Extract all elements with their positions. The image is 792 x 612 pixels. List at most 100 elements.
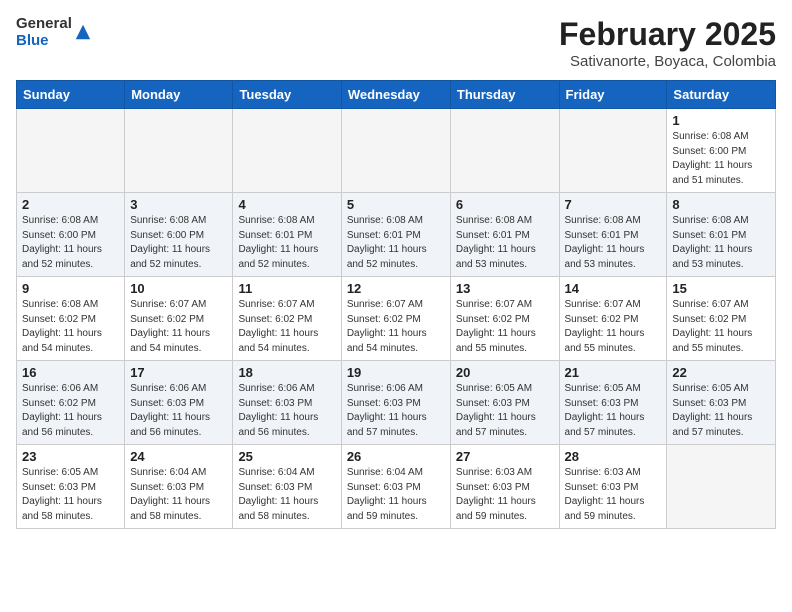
day-info: Sunrise: 6:08 AM Sunset: 6:02 PM Dayligh… bbox=[22, 298, 119, 356]
calendar-week-row: 2Sunrise: 6:08 AM Sunset: 6:00 PM Daylig… bbox=[17, 193, 776, 277]
day-number: 1 bbox=[672, 113, 770, 128]
day-info: Sunrise: 6:07 AM Sunset: 6:02 PM Dayligh… bbox=[238, 298, 335, 356]
calendar-day-cell: 24 Sunrise: 6:04 AM Sunset: 6:03 PM Dayli… bbox=[125, 445, 233, 529]
day-info: Sunrise: 6:04 AM Sunset: 6:03 PM Dayligh… bbox=[130, 466, 227, 524]
calendar-day-cell: 18 Sunrise: 6:06 AM Sunset: 6:03 PM Dayli… bbox=[233, 361, 341, 445]
day-number: 16 bbox=[22, 365, 119, 380]
logo-icon bbox=[74, 23, 92, 41]
calendar-day-cell: 19 Sunrise: 6:06 AM Sunset: 6:03 PM Dayli… bbox=[341, 361, 450, 445]
calendar-week-row: 9Sunrise: 6:08 AM Sunset: 6:02 PM Daylig… bbox=[17, 277, 776, 361]
day-info: Sunrise: 6:07 AM Sunset: 6:02 PM Dayligh… bbox=[565, 298, 662, 356]
calendar-day-cell: 10 Sunrise: 6:07 AM Sunset: 6:02 PM Dayli… bbox=[125, 277, 233, 361]
weekday-header: Wednesday bbox=[341, 81, 450, 109]
calendar-day-cell: 6 Sunrise: 6:08 AM Sunset: 6:01 PM Daylig… bbox=[450, 193, 559, 277]
calendar-day-cell bbox=[450, 109, 559, 193]
calendar-day-cell bbox=[559, 109, 667, 193]
calendar-day-cell: 2Sunrise: 6:08 AM Sunset: 6:00 PM Daylig… bbox=[17, 193, 125, 277]
day-info: Sunrise: 6:04 AM Sunset: 6:03 PM Dayligh… bbox=[238, 466, 335, 524]
calendar-day-cell bbox=[667, 445, 776, 529]
day-number: 7 bbox=[565, 197, 662, 212]
weekday-header: Sunday bbox=[17, 81, 125, 109]
day-number: 20 bbox=[456, 365, 554, 380]
calendar-day-cell: 13Sunrise: 6:07 AM Sunset: 6:02 PM Dayli… bbox=[450, 277, 559, 361]
calendar-day-cell: 23 Sunrise: 6:05 AM Sunset: 6:03 PM Dayli… bbox=[17, 445, 125, 529]
weekday-header: Saturday bbox=[667, 81, 776, 109]
day-number: 22 bbox=[672, 365, 770, 380]
day-info: Sunrise: 6:05 AM Sunset: 6:03 PM Dayligh… bbox=[672, 382, 770, 440]
weekday-header: Friday bbox=[559, 81, 667, 109]
calendar-week-row: 23 Sunrise: 6:05 AM Sunset: 6:03 PM Dayli… bbox=[17, 445, 776, 529]
day-number: 12 bbox=[347, 281, 445, 296]
calendar-day-cell: 4 Sunrise: 6:08 AM Sunset: 6:01 PM Daylig… bbox=[233, 193, 341, 277]
calendar-day-cell: 11 Sunrise: 6:07 AM Sunset: 6:02 PM Dayli… bbox=[233, 277, 341, 361]
day-info: Sunrise: 6:07 AM Sunset: 6:02 PM Dayligh… bbox=[130, 298, 227, 356]
calendar-header-row: SundayMondayTuesdayWednesdayThursdayFrid… bbox=[17, 81, 776, 109]
calendar-day-cell: 14 Sunrise: 6:07 AM Sunset: 6:02 PM Dayli… bbox=[559, 277, 667, 361]
day-number: 5 bbox=[347, 197, 445, 212]
day-number: 17 bbox=[130, 365, 227, 380]
day-number: 6 bbox=[456, 197, 554, 212]
calendar-day-cell: 9Sunrise: 6:08 AM Sunset: 6:02 PM Daylig… bbox=[17, 277, 125, 361]
day-number: 23 bbox=[22, 449, 119, 464]
day-number: 18 bbox=[238, 365, 335, 380]
day-info: Sunrise: 6:08 AM Sunset: 6:01 PM Dayligh… bbox=[672, 214, 770, 272]
day-number: 3 bbox=[130, 197, 227, 212]
page-subtitle: Sativanorte, Boyaca, Colombia bbox=[559, 53, 776, 70]
day-info: Sunrise: 6:06 AM Sunset: 6:03 PM Dayligh… bbox=[347, 382, 445, 440]
calendar-day-cell: 1 Sunrise: 6:08 AM Sunset: 6:00 PM Daylig… bbox=[667, 109, 776, 193]
calendar-day-cell bbox=[341, 109, 450, 193]
logo-line1: General bbox=[16, 16, 72, 33]
logo-line2: Blue bbox=[16, 33, 72, 50]
day-number: 26 bbox=[347, 449, 445, 464]
day-number: 11 bbox=[238, 281, 335, 296]
day-number: 27 bbox=[456, 449, 554, 464]
calendar-day-cell bbox=[125, 109, 233, 193]
weekday-header: Monday bbox=[125, 81, 233, 109]
calendar-day-cell: 16 Sunrise: 6:06 AM Sunset: 6:02 PM Dayli… bbox=[17, 361, 125, 445]
day-info: Sunrise: 6:05 AM Sunset: 6:03 PM Dayligh… bbox=[565, 382, 662, 440]
calendar-week-row: 1 Sunrise: 6:08 AM Sunset: 6:00 PM Daylig… bbox=[17, 109, 776, 193]
calendar-day-cell: 15 Sunrise: 6:07 AM Sunset: 6:02 PM Dayli… bbox=[667, 277, 776, 361]
calendar-day-cell: 12Sunrise: 6:07 AM Sunset: 6:02 PM Dayli… bbox=[341, 277, 450, 361]
day-info: Sunrise: 6:05 AM Sunset: 6:03 PM Dayligh… bbox=[22, 466, 119, 524]
day-info: Sunrise: 6:08 AM Sunset: 6:00 PM Dayligh… bbox=[672, 130, 770, 188]
day-info: Sunrise: 6:08 AM Sunset: 6:01 PM Dayligh… bbox=[238, 214, 335, 272]
day-info: Sunrise: 6:03 AM Sunset: 6:03 PM Dayligh… bbox=[456, 466, 554, 524]
calendar-day-cell: 3 Sunrise: 6:08 AM Sunset: 6:00 PM Daylig… bbox=[125, 193, 233, 277]
calendar-table: SundayMondayTuesdayWednesdayThursdayFrid… bbox=[16, 80, 776, 529]
day-number: 14 bbox=[565, 281, 662, 296]
title-block: February 2025 Sativanorte, Boyaca, Colom… bbox=[559, 16, 776, 70]
day-info: Sunrise: 6:07 AM Sunset: 6:02 PM Dayligh… bbox=[456, 298, 554, 356]
calendar-day-cell: 21 Sunrise: 6:05 AM Sunset: 6:03 PM Dayli… bbox=[559, 361, 667, 445]
day-number: 10 bbox=[130, 281, 227, 296]
day-info: Sunrise: 6:06 AM Sunset: 6:02 PM Dayligh… bbox=[22, 382, 119, 440]
day-info: Sunrise: 6:08 AM Sunset: 6:00 PM Dayligh… bbox=[130, 214, 227, 272]
day-number: 28 bbox=[565, 449, 662, 464]
calendar-day-cell: 28 Sunrise: 6:03 AM Sunset: 6:03 PM Dayli… bbox=[559, 445, 667, 529]
logo-text: General Blue bbox=[16, 16, 72, 49]
calendar-day-cell: 25Sunrise: 6:04 AM Sunset: 6:03 PM Dayli… bbox=[233, 445, 341, 529]
day-number: 21 bbox=[565, 365, 662, 380]
day-number: 15 bbox=[672, 281, 770, 296]
calendar-day-cell: 7 Sunrise: 6:08 AM Sunset: 6:01 PM Daylig… bbox=[559, 193, 667, 277]
day-info: Sunrise: 6:04 AM Sunset: 6:03 PM Dayligh… bbox=[347, 466, 445, 524]
day-info: Sunrise: 6:08 AM Sunset: 6:01 PM Dayligh… bbox=[565, 214, 662, 272]
day-number: 19 bbox=[347, 365, 445, 380]
page-header: General Blue February 2025 Sativanorte, … bbox=[16, 16, 776, 70]
day-info: Sunrise: 6:05 AM Sunset: 6:03 PM Dayligh… bbox=[456, 382, 554, 440]
weekday-header: Thursday bbox=[450, 81, 559, 109]
day-number: 24 bbox=[130, 449, 227, 464]
calendar-day-cell bbox=[233, 109, 341, 193]
calendar-day-cell: 27 Sunrise: 6:03 AM Sunset: 6:03 PM Dayli… bbox=[450, 445, 559, 529]
calendar-day-cell: 5 Sunrise: 6:08 AM Sunset: 6:01 PM Daylig… bbox=[341, 193, 450, 277]
day-number: 4 bbox=[238, 197, 335, 212]
day-info: Sunrise: 6:07 AM Sunset: 6:02 PM Dayligh… bbox=[672, 298, 770, 356]
calendar-day-cell: 22 Sunrise: 6:05 AM Sunset: 6:03 PM Dayli… bbox=[667, 361, 776, 445]
day-info: Sunrise: 6:06 AM Sunset: 6:03 PM Dayligh… bbox=[130, 382, 227, 440]
day-info: Sunrise: 6:08 AM Sunset: 6:01 PM Dayligh… bbox=[347, 214, 445, 272]
day-info: Sunrise: 6:06 AM Sunset: 6:03 PM Dayligh… bbox=[238, 382, 335, 440]
day-info: Sunrise: 6:03 AM Sunset: 6:03 PM Dayligh… bbox=[565, 466, 662, 524]
day-info: Sunrise: 6:08 AM Sunset: 6:01 PM Dayligh… bbox=[456, 214, 554, 272]
day-info: Sunrise: 6:08 AM Sunset: 6:00 PM Dayligh… bbox=[22, 214, 119, 272]
calendar-week-row: 16 Sunrise: 6:06 AM Sunset: 6:02 PM Dayli… bbox=[17, 361, 776, 445]
